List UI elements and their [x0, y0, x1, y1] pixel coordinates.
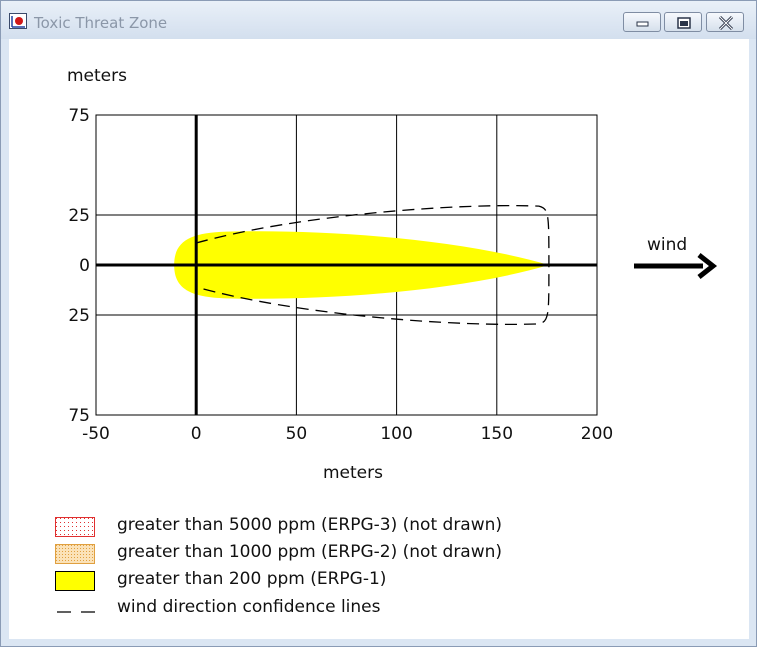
- minimize-button[interactable]: [623, 12, 661, 32]
- legend-label-confidence: wind direction confidence lines: [117, 597, 381, 617]
- threat-zone-plot: meters -50 0 50 100 150 200 75 25 0 25 75 meters w…: [67, 66, 718, 483]
- legend-label-erpg2: greater than 1000 ppm (ERPG-2) (not draw…: [117, 542, 503, 562]
- x-tick-label: 0: [191, 424, 202, 444]
- x-tick-label: 150: [481, 424, 513, 444]
- wind-label: wind: [647, 235, 687, 255]
- plot-axes: [96, 115, 597, 415]
- legend-item-erpg1: greater than 200 ppm (ERPG-1): [55, 569, 615, 593]
- restore-button[interactable]: [664, 12, 702, 32]
- legend-item-erpg3: greater than 5000 ppm (ERPG-3) (not draw…: [55, 515, 615, 539]
- legend-label-erpg1: greater than 200 ppm (ERPG-1): [117, 569, 387, 589]
- title-bar[interactable]: Toxic Threat Zone: [1, 1, 756, 39]
- x-axis-label: meters: [323, 463, 383, 483]
- y-tick-label: 25: [68, 306, 90, 326]
- y-tick-label: 75: [68, 406, 90, 426]
- wind-arrow-icon: [634, 253, 718, 279]
- restore-icon: [677, 17, 691, 29]
- x-tick-label: 50: [286, 424, 308, 444]
- y-tick-label: 0: [79, 256, 90, 276]
- legend-label-erpg3: greater than 5000 ppm (ERPG-3) (not draw…: [117, 515, 503, 535]
- window-title: Toxic Threat Zone: [34, 14, 168, 32]
- y-unit-label: meters: [67, 66, 127, 86]
- y-tick-label: 75: [68, 106, 90, 126]
- erpg1-swatch: [55, 571, 95, 591]
- y-tick-label: 25: [68, 206, 90, 226]
- erpg3-swatch: [55, 517, 95, 537]
- close-icon: [718, 15, 734, 31]
- dashed-line-swatch: [57, 611, 95, 613]
- x-tick-label: -50: [82, 424, 110, 444]
- x-tick-label: 200: [581, 424, 613, 444]
- x-tick-label: 100: [380, 424, 412, 444]
- toxic-threat-zone-window: Toxic Threat Zone meters -50 0 50 100 15…: [0, 0, 757, 647]
- app-icon: [9, 13, 27, 29]
- legend-item-erpg2: greater than 1000 ppm (ERPG-2) (not draw…: [55, 542, 615, 566]
- client-area: meters -50 0 50 100 150 200 75 25 0 25 75 meters w…: [9, 39, 749, 639]
- legend-item-confidence: wind direction confidence lines: [55, 597, 615, 621]
- close-button[interactable]: [706, 12, 744, 32]
- erpg2-swatch: [55, 544, 95, 564]
- minimize-icon: [636, 21, 649, 27]
